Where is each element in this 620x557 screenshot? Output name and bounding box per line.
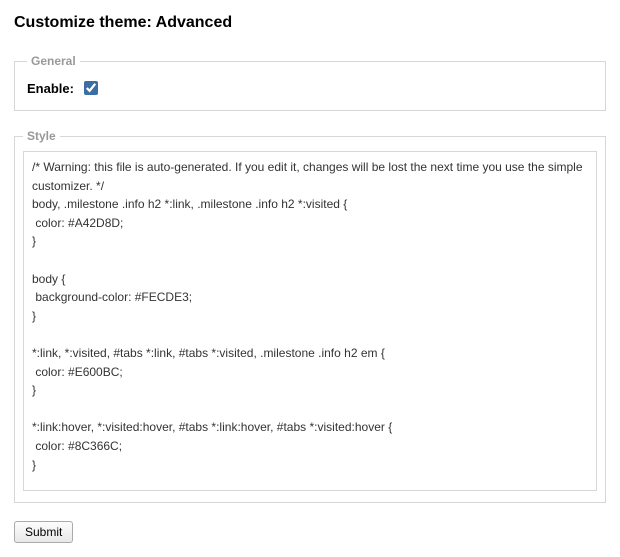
style-textarea[interactable] bbox=[23, 151, 597, 491]
enable-checkbox[interactable] bbox=[84, 81, 98, 95]
submit-button[interactable]: Submit bbox=[14, 521, 73, 543]
style-fieldset: Style bbox=[14, 129, 606, 503]
style-legend: Style bbox=[23, 129, 60, 143]
page-title: Customize theme: Advanced bbox=[14, 14, 606, 32]
general-fieldset: General Enable: bbox=[14, 54, 606, 111]
enable-row: Enable: bbox=[27, 78, 593, 98]
enable-label: Enable: bbox=[27, 81, 74, 96]
general-legend: General bbox=[27, 54, 80, 68]
